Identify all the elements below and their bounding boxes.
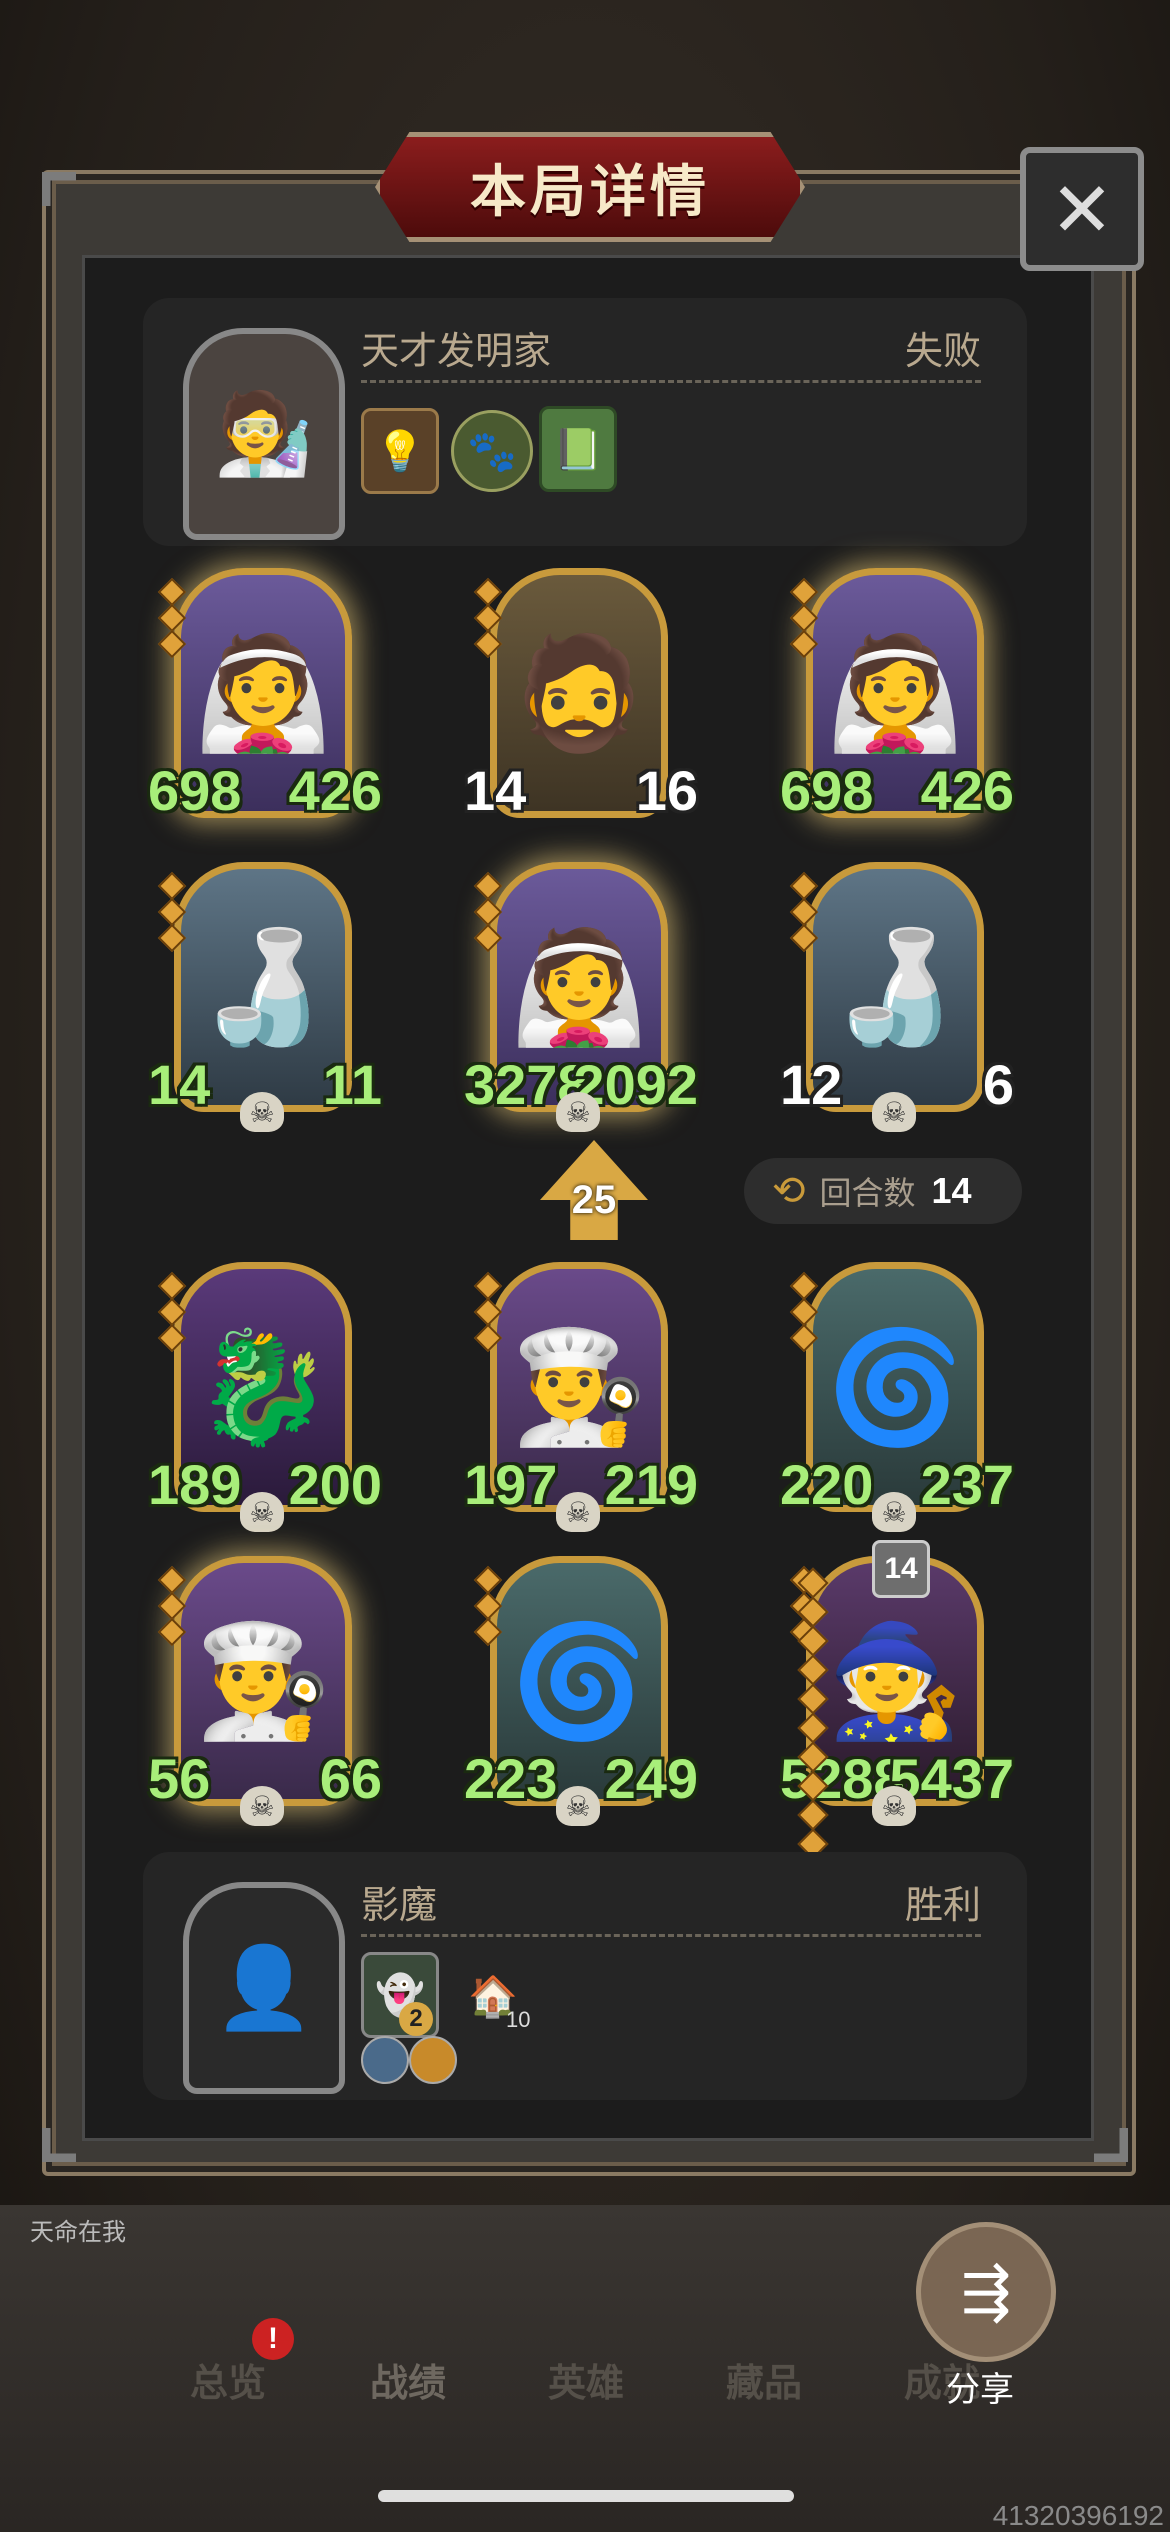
player-panel: 👤 影魔 胜利 👻 2 🏠 10 <box>143 1852 1027 2100</box>
attack-value: 698 <box>780 759 874 822</box>
opponent-minion-card[interactable]: 🍶 14 11 ☠ <box>148 862 382 1132</box>
skull-icon: ☠ <box>556 1492 600 1532</box>
spell-icon[interactable] <box>361 2036 409 2084</box>
attack-value: 197 <box>464 1453 558 1516</box>
skull-icon: ☠ <box>556 1092 600 1132</box>
tier-pips <box>789 576 819 660</box>
opponent-minion-card[interactable]: 🧔 14 16 <box>464 568 698 826</box>
player-minion-card[interactable]: 👨‍🍳 56 66 ☠ <box>148 1556 382 1826</box>
skull-icon: ☠ <box>556 1786 600 1826</box>
player-minion-card[interactable]: 🌀 223 249 ☠ <box>464 1556 698 1826</box>
creature-token-icon[interactable]: 🐾 <box>451 410 533 492</box>
title-banner: 本局详情 <box>375 132 805 242</box>
tier-pips <box>473 870 503 954</box>
opponent-result: 失败 <box>904 331 981 373</box>
attack-value: 223 <box>464 1747 558 1810</box>
skull-icon: ☠ <box>240 1492 284 1532</box>
count-badge: 2 <box>399 2002 433 2036</box>
repeat-icon: ⟲ <box>772 1169 806 1213</box>
attack-value: 698 <box>148 759 242 822</box>
share-button[interactable]: ⇶ <box>916 2222 1056 2362</box>
tier-pips <box>473 1270 503 1354</box>
home-indicator[interactable] <box>378 2490 794 2502</box>
health-value: 6 <box>982 1053 1014 1116</box>
buff-icon[interactable] <box>409 2036 457 2084</box>
lightbulb-icon[interactable]: 💡 <box>361 408 439 494</box>
player-minion-card[interactable]: 👨‍🍳 197 219 ☠ <box>464 1262 698 1532</box>
tier-pips <box>157 576 187 660</box>
tab-overview[interactable]: 总览 <box>190 2352 266 2407</box>
health-value: 426 <box>288 759 382 822</box>
level-badge: 14 <box>872 1540 930 1598</box>
notification-badge: ! <box>252 2318 294 2360</box>
skull-icon: ☠ <box>872 1786 916 1826</box>
close-button[interactable]: ✕ <box>1020 147 1144 271</box>
share-label: 分享 <box>946 2371 1014 2409</box>
opponent-minion-card[interactable]: 👰 3278 2092 ☠ <box>464 862 698 1132</box>
tier-pips <box>157 1564 187 1648</box>
attack-value: 56 <box>148 1747 211 1810</box>
tier-pips <box>473 576 503 660</box>
skull-icon: ☠ <box>240 1092 284 1132</box>
player-name: 影魔 <box>361 1885 438 1927</box>
health-value: 237 <box>920 1453 1014 1516</box>
skull-icon: ☠ <box>240 1786 284 1826</box>
health-value: 11 <box>322 1053 382 1116</box>
health-value: 219 <box>604 1453 698 1516</box>
opponent-avatar[interactable]: 🧑‍🔬 <box>183 328 345 540</box>
health-value: 200 <box>288 1453 382 1516</box>
tier-pips <box>157 870 187 954</box>
green-book-icon[interactable]: 📗 <box>539 406 617 492</box>
round-label: 回合数 <box>819 1175 916 1211</box>
health-value: 426 <box>920 759 1014 822</box>
tab-records[interactable]: 战绩 <box>370 2352 446 2407</box>
player-avatar[interactable]: 👤 <box>183 1882 345 2094</box>
tier-pips <box>473 1564 503 1648</box>
tier-pips <box>789 870 819 954</box>
attack-value: 220 <box>780 1453 874 1516</box>
round-value: 14 <box>931 1170 972 1211</box>
skull-icon: ☠ <box>872 1492 916 1532</box>
ticker-text: 天命在我 <box>30 2219 126 2246</box>
opponent-minion-card[interactable]: 👰 698 426 <box>148 568 382 826</box>
tier-value: 25 <box>571 1177 617 1222</box>
attack-value: 189 <box>148 1453 242 1516</box>
skull-icon: ☠ <box>872 1092 916 1132</box>
player-minion-card[interactable]: 🌀 220 237 ☠ <box>780 1262 1014 1532</box>
opponent-minion-card[interactable]: 👰 698 426 <box>780 568 1014 826</box>
player-result: 胜利 <box>904 1885 981 1927</box>
tier-pips <box>789 1270 819 1354</box>
round-counter: ⟲ 回合数 14 <box>744 1158 1022 1224</box>
tab-collection[interactable]: 藏品 <box>726 2352 802 2407</box>
close-icon: ✕ <box>1050 167 1114 253</box>
divider <box>361 380 981 383</box>
attack-value: 14 <box>464 759 527 822</box>
opponent-panel: 🧑‍🔬 天才发明家 失败 💡 🐾 📗 <box>143 298 1027 546</box>
health-value: 16 <box>635 759 698 822</box>
house-count: 10 <box>506 2007 531 2032</box>
user-id: 41320396192 <box>992 2500 1164 2531</box>
health-value: 66 <box>319 1747 382 1810</box>
health-value: 249 <box>604 1747 698 1810</box>
page-title: 本局详情 <box>470 159 710 223</box>
share-icon: ⇶ <box>960 2258 1012 2325</box>
player-minion-card[interactable]: 🐉 189 200 ☠ <box>148 1262 382 1532</box>
opponent-minion-card[interactable]: 🍶 12 6 ☠ <box>780 862 1014 1132</box>
attack-value: 14 <box>148 1053 211 1116</box>
tier-pips <box>157 1270 187 1354</box>
attack-value: 12 <box>780 1053 843 1116</box>
opponent-name: 天才发明家 <box>361 331 552 373</box>
tab-heroes[interactable]: 英雄 <box>548 2352 624 2407</box>
divider <box>361 1934 981 1937</box>
